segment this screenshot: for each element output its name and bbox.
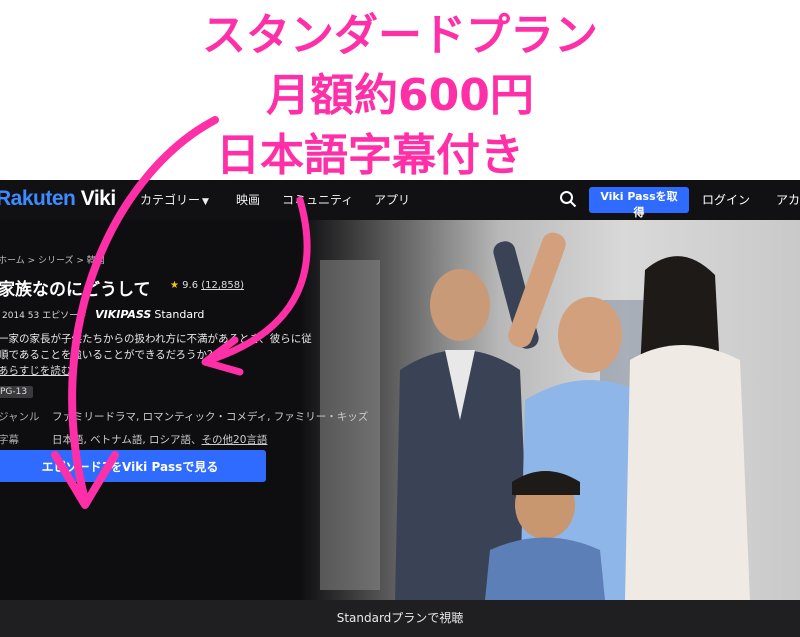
show-meta: 2014 53 エピソード VIKIPASS Standard [2, 308, 204, 321]
rating[interactable]: ★ 9.6 (12,858) [170, 280, 244, 291]
show-info: ホーム > シリーズ > 韓国 家族なのにどうして ★ 9.6 (12,858)… [0, 180, 368, 560]
year: 2014 [2, 311, 25, 321]
account-link[interactable]: アカ [776, 191, 800, 208]
read-synopsis-link[interactable]: あらすじを読む [0, 363, 71, 378]
search-icon[interactable] [559, 190, 577, 208]
headline-line-1: スタンダードプラン [202, 10, 598, 61]
viki-screenshot: Rakuten Viki カテゴリー ▼ 映画 コミュニティ アプリ Viki P… [0, 180, 800, 637]
vikipass-label: VIKIPASS [95, 308, 152, 321]
subs-more-link[interactable]: その他20言語 [202, 434, 268, 446]
promo-headline: スタンダードプラン 月額約600円 日本語字幕付き [0, 0, 800, 180]
age-rating-badge: PG-13 [0, 386, 34, 398]
tier-label: Standard [154, 308, 205, 321]
login-link[interactable]: ログイン [702, 191, 750, 208]
nav-apps[interactable]: アプリ [374, 191, 410, 208]
headline-line-2: 月額約600円 [266, 70, 534, 121]
genre-list[interactable]: ファミリードラマ, ロマンティック・コメディ, ファミリー・キッズ [52, 411, 368, 423]
headline-line-3: 日本語字幕付き [216, 130, 524, 181]
genres-row: ジャンル ファミリードラマ, ロマンティック・コメディ, ファミリー・キッズ [0, 409, 368, 424]
rating-value: 9.6 [182, 280, 199, 291]
subs-list: 日本語, ベトナム語, ロシア語、 [52, 434, 202, 446]
description: 一家の家長が子供たちからの扱われ方に不満があるとき、彼らに従順であることを強いる… [0, 333, 312, 361]
subtitles-row: 字幕 日本語, ベトナム語, ロシア語、その他20言語 [0, 432, 267, 447]
standard-plan-bar[interactable]: Standardプランで視聴 [0, 600, 800, 637]
rating-count[interactable]: (12,858) [201, 280, 244, 291]
hero-image [300, 220, 800, 600]
episode-count: 53 エピソード [27, 311, 88, 321]
family-photo [320, 232, 750, 600]
show-title: 家族なのにどうして [0, 280, 151, 300]
watch-episode-button[interactable]: エピソード1をViki Passで見る [0, 450, 266, 482]
subs-label: 字幕 [0, 434, 19, 446]
star-icon: ★ [170, 280, 179, 291]
genre-label: ジャンル [0, 411, 40, 423]
get-viki-pass-button[interactable]: Viki Passを取得 [589, 187, 689, 219]
breadcrumb: ホーム > シリーズ > 韓国 [0, 256, 105, 266]
